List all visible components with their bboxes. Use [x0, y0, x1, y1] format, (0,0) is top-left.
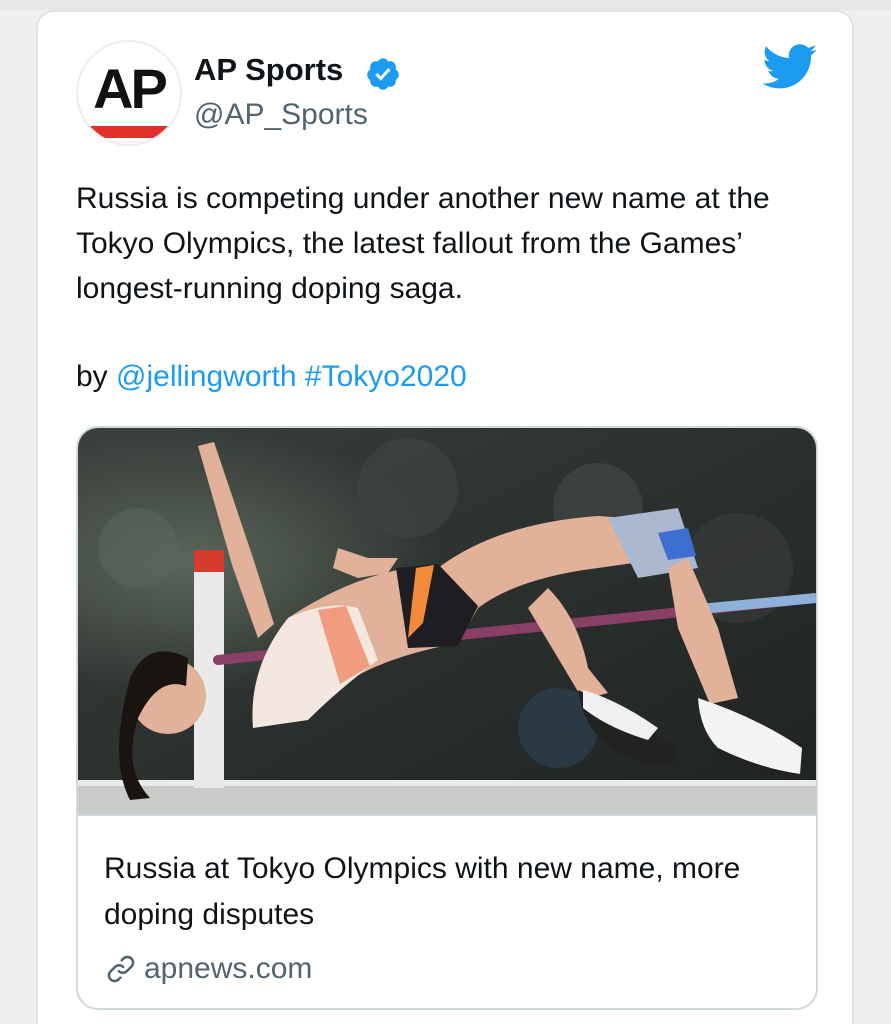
verified-badge-icon: [365, 56, 401, 92]
link-card-domain: apnews.com: [144, 952, 313, 985]
mention-link[interactable]: @jellingworth: [116, 360, 297, 393]
hashtag-link[interactable]: #Tokyo2020: [305, 360, 467, 393]
author-name[interactable]: AP Sports: [194, 52, 343, 88]
page: AP AP Sports @AP_Sports Russia is compet…: [0, 0, 891, 1024]
author-handle[interactable]: @AP_Sports: [194, 98, 368, 132]
avatar-logo-text: AP: [93, 57, 168, 120]
byline-prefix: by: [76, 360, 117, 393]
card-divider: [78, 814, 816, 816]
tweet-byline: by @jellingworth #Tokyo2020: [76, 357, 467, 397]
link-preview-card[interactable]: Russia at Tokyo Olympics with new name, …: [76, 426, 818, 1010]
link-preview-image[interactable]: [78, 428, 816, 814]
twitter-bird-icon[interactable]: [762, 44, 818, 90]
tweet-text: Russia is competing under another new na…: [76, 182, 770, 305]
link-icon: [104, 952, 138, 986]
link-card-source[interactable]: apnews.com: [104, 952, 312, 986]
link-card-title[interactable]: Russia at Tokyo Olympics with new name, …: [104, 846, 794, 938]
avatar[interactable]: AP: [76, 40, 182, 146]
avatar-logo-bar: [88, 126, 172, 138]
tweet-card[interactable]: AP AP Sports @AP_Sports Russia is compet…: [36, 10, 854, 1024]
top-edge: [0, 0, 891, 10]
